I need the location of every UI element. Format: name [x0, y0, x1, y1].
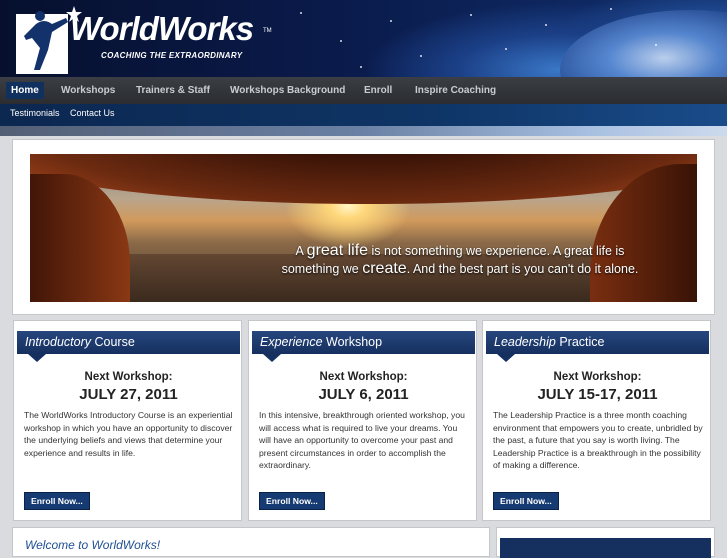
- next-workshop-label: Next Workshop:: [319, 371, 408, 383]
- next-workshop-label: Next Workshop:: [553, 371, 642, 383]
- nav-testimonials[interactable]: Testimonials: [10, 108, 60, 118]
- nav-enroll[interactable]: Enroll: [359, 82, 397, 99]
- card-description: In this intensive, breakthrough oriented…: [259, 410, 465, 471]
- card-title[interactable]: Introductory Course: [17, 331, 240, 354]
- welcome-heading: Welcome to WorldWorks!: [25, 538, 161, 552]
- card-description: The Leadership Practice is a three month…: [493, 410, 703, 471]
- earth-graphic: [560, 10, 727, 77]
- sidebar-panel-header: [500, 538, 711, 558]
- rock-arch-left: [30, 174, 130, 302]
- banner-quote: A great life is not something we experie…: [281, 242, 639, 277]
- trademark: TM: [263, 28, 272, 34]
- card-title[interactable]: Experience Workshop: [252, 331, 475, 354]
- card-title-notch: [28, 354, 46, 362]
- next-workshop-label: Next Workshop:: [84, 371, 173, 383]
- card-introductory-course: Introductory Course Next Workshop: JULY …: [13, 320, 242, 521]
- nav-trainers-staff[interactable]: Trainers & Staff: [131, 82, 215, 99]
- nav-home[interactable]: Home: [6, 82, 44, 99]
- nav-workshops[interactable]: Workshops: [56, 82, 120, 99]
- hero-banner-image: A great life is not something we experie…: [30, 154, 697, 302]
- card-experience-workshop: Experience Workshop Next Workshop: JULY …: [248, 320, 477, 521]
- header-light-streak: [0, 126, 727, 136]
- next-workshop-date: JULY 27, 2011: [79, 386, 178, 403]
- card-title[interactable]: Leadership Practice: [486, 331, 709, 354]
- secondary-nav: Testimonials Contact Us: [0, 104, 727, 126]
- nav-inspire-coaching[interactable]: Inspire Coaching: [410, 82, 501, 99]
- primary-nav: Home Workshops Trainers & Staff Workshop…: [0, 77, 727, 104]
- enroll-now-button[interactable]: Enroll Now...: [259, 492, 325, 510]
- nav-workshops-background[interactable]: Workshops Background: [225, 82, 350, 99]
- enroll-now-button[interactable]: Enroll Now...: [24, 492, 90, 510]
- rock-arch-top: [30, 154, 697, 204]
- card-leadership-practice: Leadership Practice Next Workshop: JULY …: [482, 320, 711, 521]
- site-header: WorldWorks TM COACHING THE EXTRAORDINARY: [0, 0, 727, 77]
- next-workshop-date: JULY 15-17, 2011: [537, 386, 658, 403]
- next-workshop-date: JULY 6, 2011: [318, 386, 409, 403]
- card-description: The WorldWorks Introductory Course is an…: [24, 410, 233, 458]
- sidebar-panel: [496, 527, 715, 558]
- brand-tagline: COACHING THE EXTRAORDINARY: [101, 51, 243, 60]
- card-title-notch: [497, 354, 515, 362]
- enroll-now-button[interactable]: Enroll Now...: [493, 492, 559, 510]
- brand-name[interactable]: WorldWorks: [70, 10, 254, 48]
- welcome-panel: Welcome to WorldWorks!: [12, 527, 490, 557]
- nav-contact-us[interactable]: Contact Us: [70, 108, 115, 118]
- card-title-notch: [263, 354, 281, 362]
